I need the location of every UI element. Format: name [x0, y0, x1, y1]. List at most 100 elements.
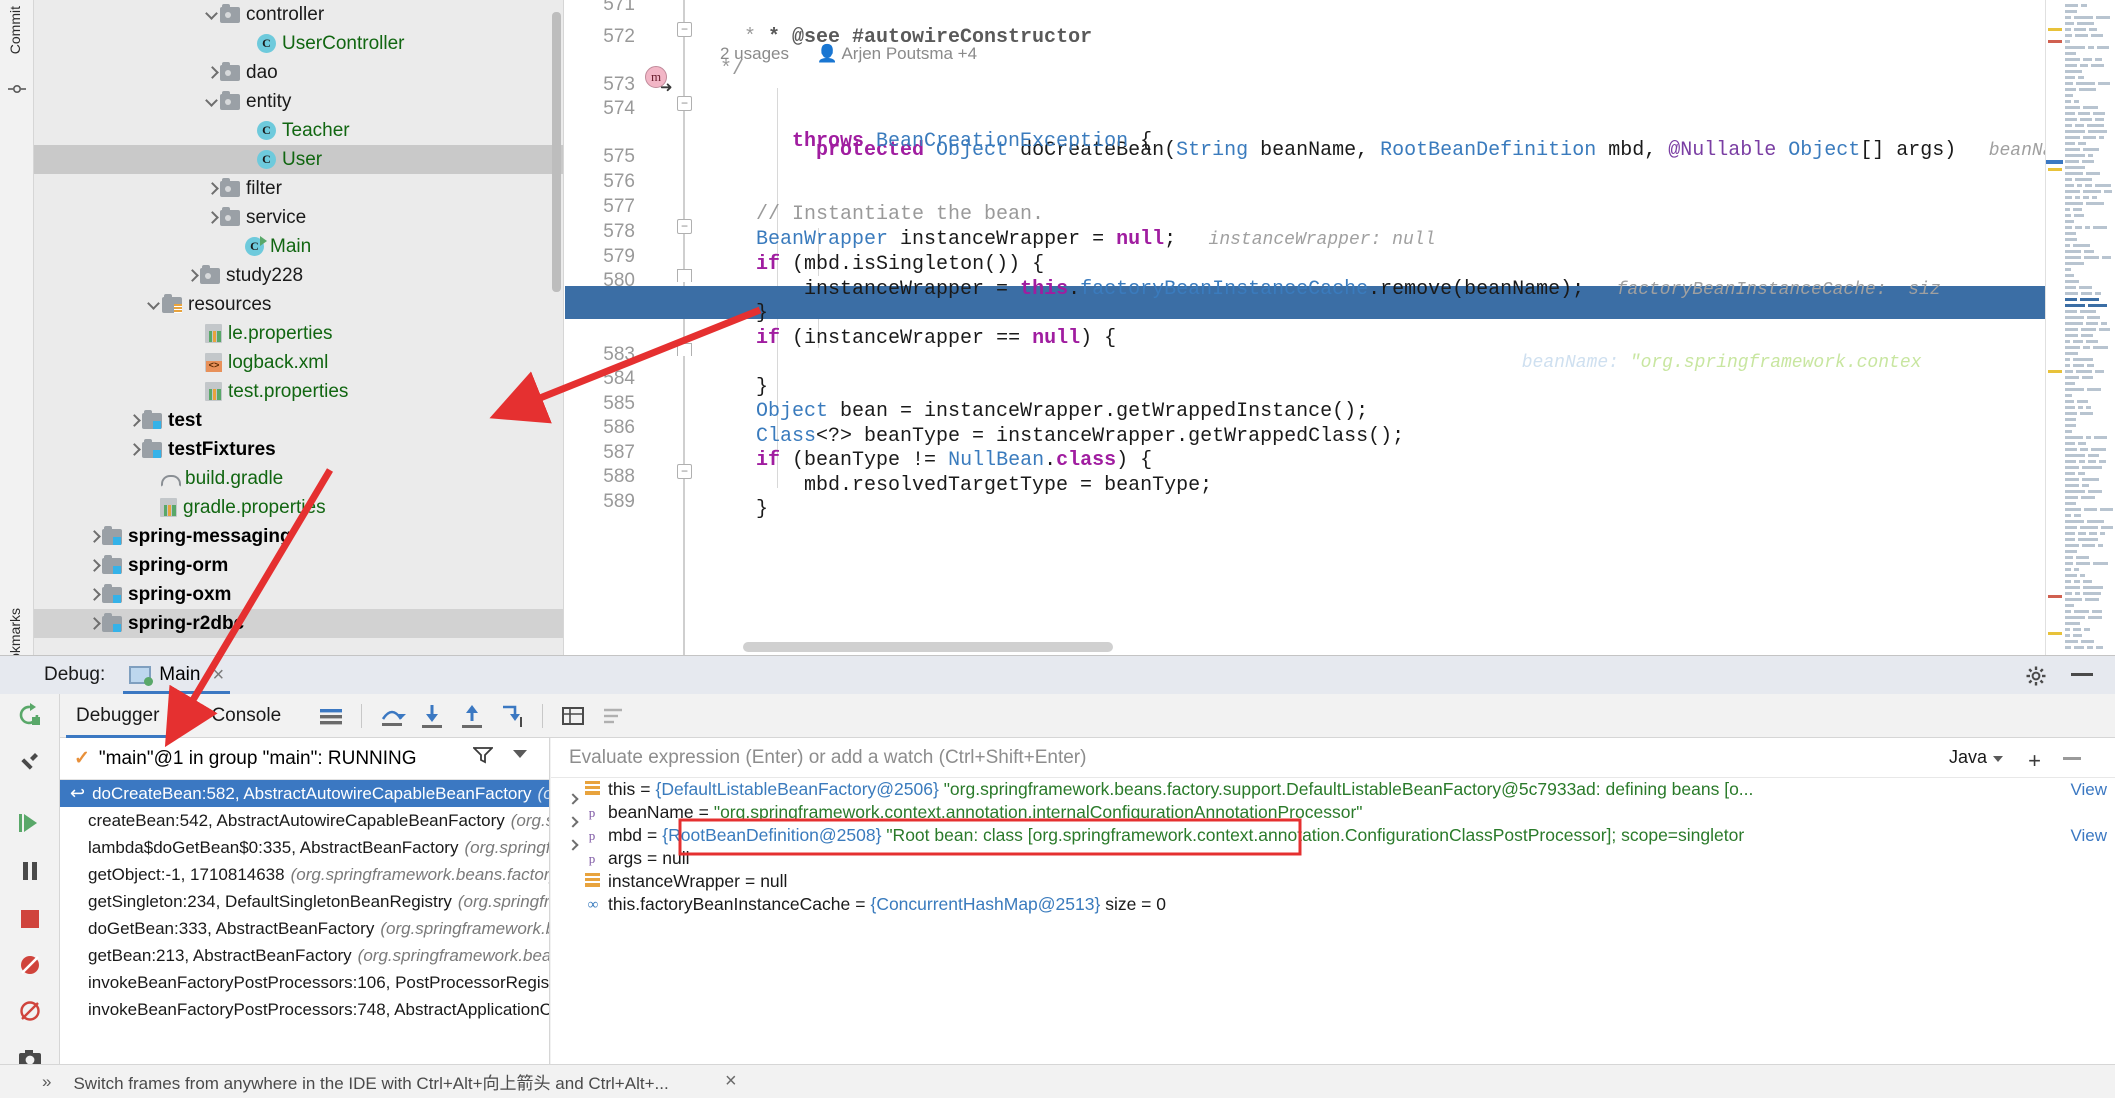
rerun-icon[interactable] [17, 702, 43, 728]
usages-count[interactable]: 2 usages [720, 44, 789, 63]
tab-console[interactable]: Console [175, 694, 297, 738]
stripe-caret-mark[interactable] [2046, 160, 2064, 164]
stack-frame-row[interactable]: getObject:-1, 1710814638 (org.springframe… [60, 861, 549, 888]
step-into-icon[interactable] [417, 701, 447, 731]
sort-values-icon[interactable] [598, 701, 628, 731]
chevron-right-icon[interactable] [86, 558, 102, 574]
rail-commit-label[interactable]: Commit [7, 6, 23, 54]
chevron-right-icon[interactable] [126, 413, 142, 429]
editor-error-stripe[interactable] [2045, 0, 2064, 655]
variables-panel[interactable]: Evaluate expression (Enter) or add a wat… [551, 738, 2115, 1078]
filter-icon[interactable] [473, 746, 493, 764]
chevron-right-icon[interactable] [86, 587, 102, 603]
view-value-link[interactable]: View [2070, 826, 2107, 846]
tree-item-build-gradle[interactable]: build.gradle [34, 464, 563, 493]
chevron-right-icon[interactable] [204, 181, 220, 197]
variable-row[interactable]: this = {DefaultListableBeanFactory@2506} "… [551, 778, 2115, 801]
tree-item-testfixtures[interactable]: testFixtures [34, 435, 563, 464]
code-author[interactable]: Arjen Poutsma +4 [841, 44, 977, 63]
stripe-warning-mark[interactable] [2048, 28, 2062, 31]
settings-wrench-icon[interactable] [17, 750, 43, 776]
stack-frame-row[interactable]: lambda$doGetBean$0:335, AbstractBeanFact… [60, 834, 549, 861]
minimize-icon[interactable] [2071, 673, 2093, 676]
tree-item-service[interactable]: service [34, 203, 563, 232]
stripe-warning-mark[interactable] [2048, 168, 2062, 171]
variable-row[interactable]: p mbd = {RootBeanDefinition@2508} "Root bea… [551, 824, 2115, 847]
close-session-icon[interactable]: × [212, 664, 224, 687]
stripe-warning-mark[interactable] [2048, 632, 2062, 635]
stripe-warning-mark[interactable] [2048, 370, 2062, 373]
chevron-right-icon[interactable] [184, 268, 200, 284]
tree-item-entity[interactable]: entity [34, 87, 563, 116]
tree-item-test-properties[interactable]: test.properties [34, 377, 563, 406]
tree-item-le-properties[interactable]: le.properties [34, 319, 563, 348]
gear-icon[interactable] [2025, 665, 2047, 687]
tree-item-controller[interactable]: controller [34, 0, 563, 29]
editor-horizontal-scrollbar[interactable] [743, 642, 1113, 652]
stripe-error-mark[interactable] [2048, 595, 2062, 598]
tree-item-logback-xml[interactable]: logback.xml [34, 348, 563, 377]
stack-frame-row[interactable]: invokeBeanFactoryPostProcessors:748, Abs… [60, 996, 549, 1023]
mute-breakpoints-icon[interactable] [17, 952, 43, 978]
expand-status-icon[interactable]: » [42, 1072, 51, 1092]
language-caret-icon[interactable] [1993, 756, 2003, 762]
add-watch-icon[interactable]: + [2028, 748, 2041, 774]
code-editor[interactable]: 5715725735745755765775785795805815825835… [565, 0, 2045, 655]
tree-item-resources[interactable]: resources [34, 290, 563, 319]
tree-item-spring-orm[interactable]: spring-orm [34, 551, 563, 580]
evaluate-table-icon[interactable] [558, 701, 588, 731]
tree-item-study228[interactable]: study228 [34, 261, 563, 290]
chevron-down-icon[interactable] [204, 94, 220, 110]
remove-watch-icon[interactable] [2063, 757, 2081, 760]
variable-row[interactable]: ∞ this.factoryBeanInstanceCache = {Concurre… [551, 893, 2115, 916]
tree-item-spring-r2dbc[interactable]: spring-r2dbc [34, 609, 563, 638]
chevron-right-icon[interactable] [86, 616, 102, 632]
stack-frame-row[interactable]: doGetBean:333, AbstractBeanFactory (org.s… [60, 915, 549, 942]
stop-icon[interactable] [17, 906, 43, 932]
chevron-right-icon[interactable] [86, 529, 102, 545]
view-breakpoints-icon[interactable] [17, 998, 43, 1024]
stripe-error-mark[interactable] [2048, 40, 2062, 43]
stack-frame-row[interactable]: getBean:213, AbstractBeanFactory (org.spr… [60, 942, 549, 969]
thread-selector[interactable]: ✓ "main"@1 in group "main": RUNNING [60, 738, 549, 780]
stack-frame-row[interactable]: invokeBeanFactoryPostProcessors:106, Pos… [60, 969, 549, 996]
run-to-cursor-icon[interactable] [497, 701, 527, 731]
step-over-icon[interactable] [377, 701, 407, 731]
project-tree-scrollbar[interactable] [552, 12, 561, 292]
project-tree-panel[interactable]: controller C UserController dao entity C Teach… [34, 0, 564, 655]
debug-session-tab-main[interactable]: Main × [123, 656, 231, 694]
tree-item-gradle-properties[interactable]: gradle.properties [34, 493, 563, 522]
pause-icon[interactable] [17, 858, 43, 884]
frames-panel[interactable]: ✓ "main"@1 in group "main": RUNNING ↩ doC… [60, 738, 550, 1078]
chevron-down-icon[interactable] [146, 297, 162, 313]
editor-minimap[interactable] [2063, 0, 2115, 655]
variable-row[interactable]: p beanName = "org.springframework.context.a… [551, 801, 2115, 824]
evaluate-expression-bar[interactable]: Evaluate expression (Enter) or add a wat… [551, 738, 2115, 778]
stack-frame-row[interactable]: createBean:542, AbstractAutowireCapableB… [60, 807, 549, 834]
commit-icon[interactable] [8, 80, 26, 98]
stack-frame-row[interactable]: ↩ doCreateBean:582, AbstractAutowireCapab… [60, 780, 549, 807]
chevron-right-icon[interactable] [204, 65, 220, 81]
chevron-down-icon[interactable] [204, 7, 220, 23]
tree-item-user[interactable]: C User [34, 145, 563, 174]
close-status-icon[interactable]: × [725, 1070, 737, 1093]
language-selector-label[interactable]: Java [1949, 747, 1987, 768]
chevron-down-icon[interactable] [513, 750, 527, 758]
tree-item-spring-oxm[interactable]: spring-oxm [34, 580, 563, 609]
variable-row[interactable]: instanceWrapper = null [551, 870, 2115, 893]
step-out-icon[interactable] [457, 701, 487, 731]
tree-item-spring-messaging[interactable]: spring-messaging [34, 522, 563, 551]
tree-item-dao[interactable]: dao [34, 58, 563, 87]
chevron-right-icon[interactable] [204, 210, 220, 226]
tree-item-main[interactable]: C Main [34, 232, 563, 261]
tree-item-test[interactable]: test [34, 406, 563, 435]
variable-row[interactable]: p args = null [551, 847, 2115, 870]
chevron-right-icon[interactable] [126, 442, 142, 458]
tab-debugger[interactable]: Debugger [60, 694, 175, 738]
tree-item-usercontroller[interactable]: C UserController [34, 29, 563, 58]
tree-item-filter[interactable]: filter [34, 174, 563, 203]
stack-frame-row[interactable]: getSingleton:234, DefaultSingletonBeanRe… [60, 888, 549, 915]
view-value-link[interactable]: View [2070, 780, 2107, 800]
resume-program-icon[interactable] [17, 810, 43, 836]
layout-settings-icon[interactable] [316, 701, 346, 731]
